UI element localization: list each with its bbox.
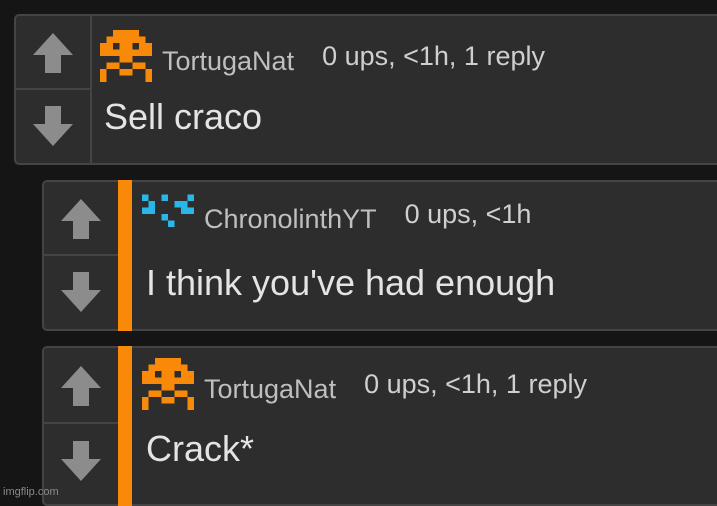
orange-pixel-invader-avatar[interactable]: [142, 358, 194, 410]
comment-text: I think you've had enough: [146, 262, 556, 303]
comment-meta: 0 ups, <1h: [404, 198, 532, 229]
downvote-button[interactable]: [16, 87, 90, 164]
username-link[interactable]: TortugaNat: [204, 374, 336, 405]
vote-column: [44, 348, 120, 499]
comment-meta: 0 ups, <1h, 1 reply: [364, 368, 587, 399]
comment-header: ChronolinthYT 0 ups, <1h: [142, 188, 531, 240]
arrow-down-icon: [33, 106, 73, 147]
upvote-button[interactable]: [44, 348, 118, 424]
comment-content: TortugaNat 0 ups, <1h, 1 reply Crack*: [134, 348, 717, 504]
reply-accent-bar: [118, 346, 132, 506]
cyan-pixel-pattern-avatar[interactable]: [142, 188, 194, 240]
vote-column: [16, 16, 92, 163]
comment-text: Sell craco: [104, 96, 263, 137]
username-link[interactable]: TortugaNat: [162, 46, 294, 77]
arrow-up-icon: [61, 365, 101, 406]
upvote-button[interactable]: [44, 182, 118, 256]
arrow-down-icon: [61, 441, 101, 482]
comment-header: TortugaNat 0 ups, <1h, 1 reply: [100, 30, 545, 82]
upvote-button[interactable]: [16, 16, 90, 90]
comment-header: TortugaNat 0 ups, <1h, 1 reply: [142, 358, 587, 410]
downvote-button[interactable]: [44, 253, 118, 330]
orange-pixel-invader-avatar[interactable]: [100, 30, 152, 82]
username-link[interactable]: ChronolinthYT: [204, 204, 377, 235]
comment-card: ChronolinthYT 0 ups, <1h I think you've …: [42, 180, 717, 331]
comment-content: TortugaNat 0 ups, <1h, 1 reply Sell crac…: [92, 16, 717, 163]
imgflip-watermark: imgflip.com: [3, 486, 59, 498]
comment-card: TortugaNat 0 ups, <1h, 1 reply Crack*: [42, 346, 717, 506]
comment-content: ChronolinthYT 0 ups, <1h I think you've …: [134, 182, 717, 329]
reply-accent-bar: [118, 180, 132, 331]
arrow-down-icon: [61, 272, 101, 313]
vote-column: [44, 182, 120, 329]
arrow-up-icon: [61, 198, 101, 239]
comment-card: TortugaNat 0 ups, <1h, 1 reply Sell crac…: [14, 14, 717, 165]
comment-meta: 0 ups, <1h, 1 reply: [322, 40, 545, 71]
arrow-up-icon: [33, 32, 73, 73]
comment-text: Crack*: [146, 428, 255, 469]
